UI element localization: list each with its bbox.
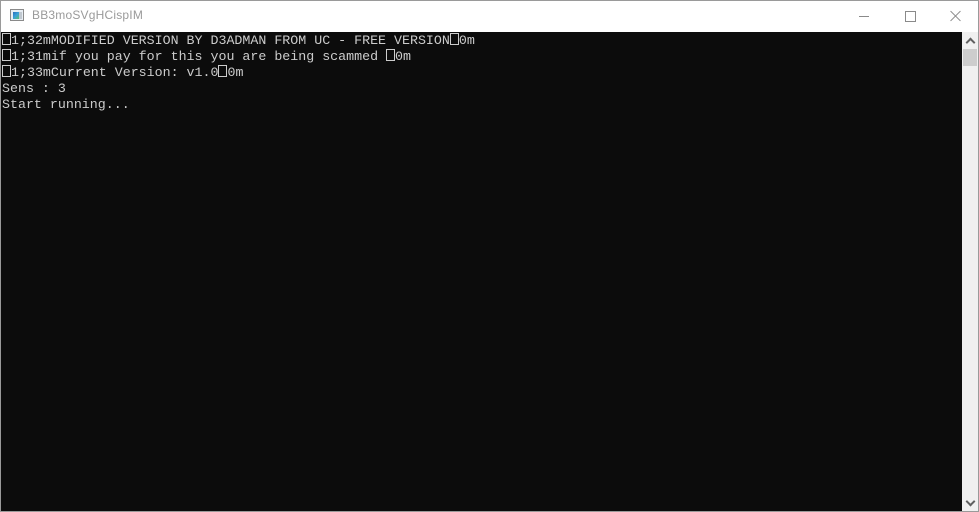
window-title: BB3moSVgHCispIM [32,8,144,22]
line-text: 1;31mif you pay for this you are being s… [11,49,387,64]
line-text: 1;32mMODIFIED VERSION BY D3ADMAN FROM UC… [11,33,450,48]
line-suffix: 0m [458,33,475,48]
chevron-up-icon [965,37,975,47]
console-output[interactable]: 1;32mMODIFIED VERSION BY D3ADMAN FROM UC… [1,32,962,511]
chevron-down-icon [965,496,975,506]
line-suffix: 0m [227,65,244,80]
console-line: 1;33mCurrent Version: v1.0 0m [2,65,243,81]
close-button[interactable] [933,1,979,31]
console-line: Sens : 3 [2,81,66,96]
vertical-scrollbar[interactable] [962,32,978,511]
console-line: 1;32mMODIFIED VERSION BY D3ADMAN FROM UC… [2,33,475,49]
escape-char-box [2,65,11,77]
title-bar[interactable]: BB3moSVgHCispIM [1,1,978,31]
escape-char-box [2,33,11,45]
close-icon [950,10,962,22]
minimize-icon [859,15,869,17]
escape-char-box [2,49,11,61]
line-text: 1;33mCurrent Version: v1.0 [11,65,219,80]
scrollbar-thumb[interactable] [963,49,977,66]
console-line: Start running... [2,97,130,112]
minimize-button[interactable] [841,1,887,31]
scroll-up-button[interactable] [962,32,978,49]
scroll-down-button[interactable] [962,494,978,511]
console-app-icon[interactable] [10,9,24,21]
console-window: BB3moSVgHCispIM 1;32mMODIFIED VERSION BY… [0,0,979,512]
maximize-icon [904,10,916,22]
maximize-button[interactable] [887,1,933,31]
line-suffix: 0m [395,49,412,64]
escape-char-box [449,33,459,45]
console-line: 1;31mif you pay for this you are being s… [2,49,411,65]
escape-char-box [386,49,396,61]
